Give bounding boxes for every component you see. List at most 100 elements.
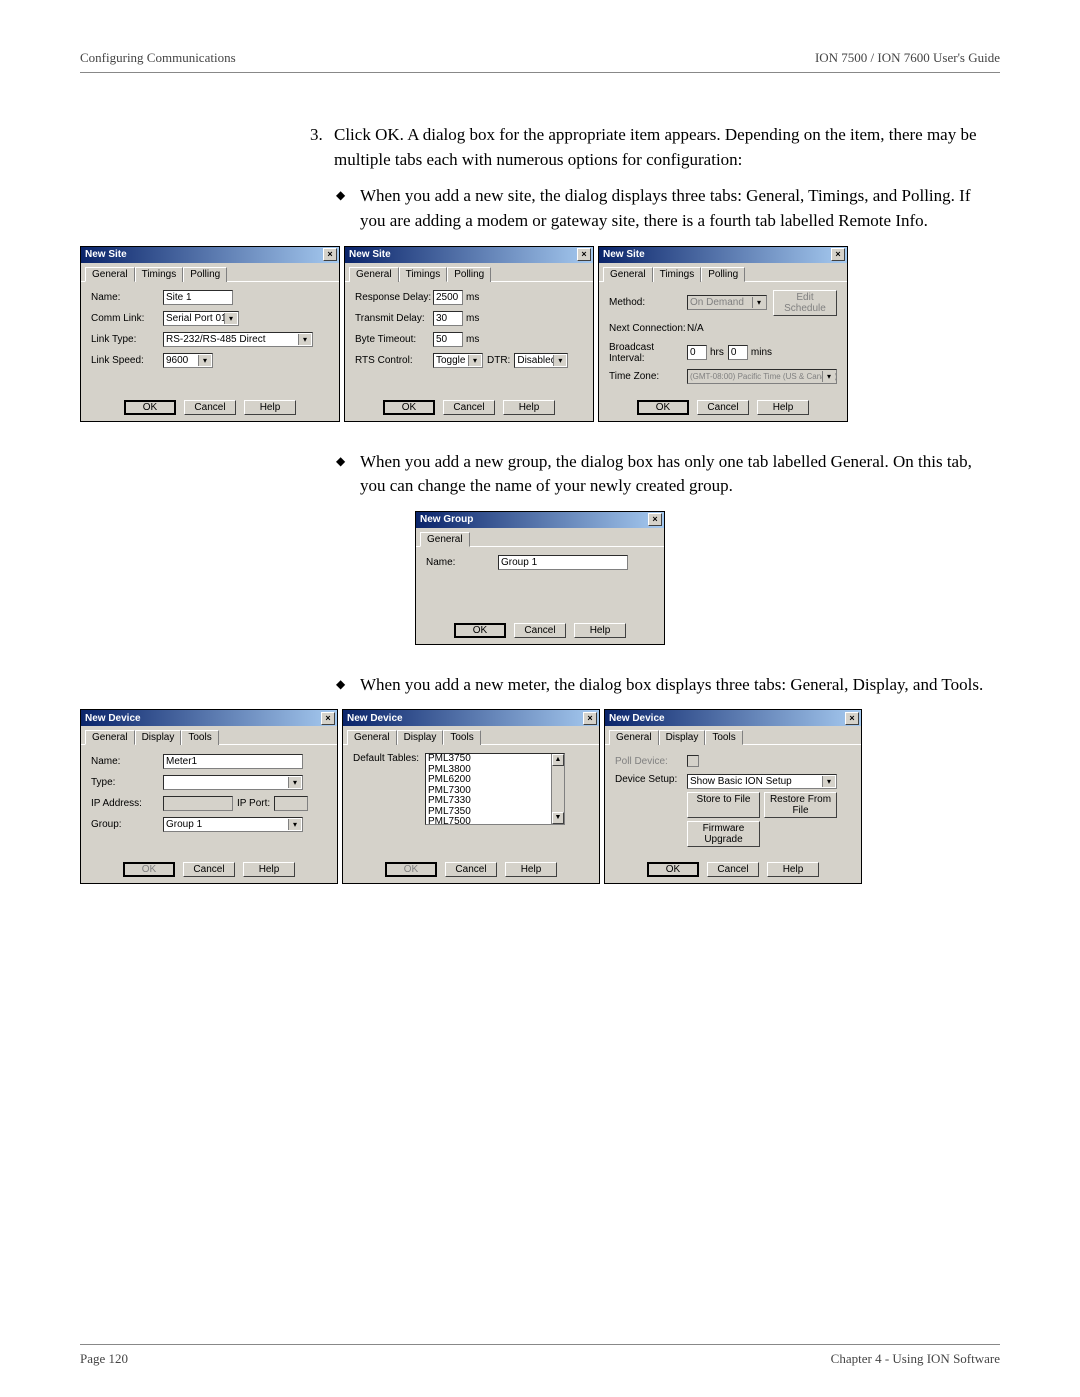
group-name-label: Name: [426, 557, 498, 568]
bcast-mins-input[interactable]: 0 [728, 345, 748, 360]
nextconn-label: Next Connection: [609, 323, 687, 334]
scroll-up-icon[interactable]: ▲ [552, 754, 564, 766]
method-label: Method: [609, 297, 687, 308]
dev-type-select[interactable] [163, 775, 303, 790]
tab-tools[interactable]: Tools [181, 730, 218, 745]
close-icon[interactable]: × [321, 712, 335, 725]
titlebar: New Group × [416, 512, 664, 528]
help-button[interactable]: Help [244, 400, 296, 415]
new-site-general-dialog: New Site × General Timings Polling Name:… [80, 246, 340, 422]
restore-from-file-button[interactable]: Restore From File [764, 792, 837, 818]
tab-polling[interactable]: Polling [447, 267, 491, 282]
setup-select[interactable]: Show Basic ION Setup [687, 774, 837, 789]
cancel-button[interactable]: Cancel [707, 862, 759, 877]
tab-timings[interactable]: Timings [399, 267, 448, 282]
close-icon[interactable]: × [323, 248, 337, 261]
help-button[interactable]: Help [767, 862, 819, 877]
ok-button[interactable]: OK [647, 862, 699, 877]
ok-button[interactable]: OK [123, 862, 175, 877]
rts-select[interactable]: Toggle [433, 353, 483, 368]
tab-polling[interactable]: Polling [183, 267, 227, 282]
dtr-label: DTR: [487, 355, 510, 366]
cancel-button[interactable]: Cancel [514, 623, 566, 638]
group-name-input[interactable]: Group 1 [498, 555, 628, 570]
linkspeed-select[interactable]: 9600 [163, 353, 213, 368]
new-site-polling-dialog: New Site × General Timings Polling Metho… [598, 246, 848, 422]
titlebar: New Device × [81, 710, 337, 726]
respdelay-input[interactable]: 2500 [433, 290, 463, 305]
tz-label: Time Zone: [609, 371, 687, 382]
close-icon[interactable]: × [648, 513, 662, 526]
setup-label: Device Setup: [615, 774, 687, 785]
bullet-3: When you add a new meter, the dialog box… [336, 673, 1000, 698]
method-select[interactable]: On Demand [687, 295, 767, 310]
close-icon[interactable]: × [831, 248, 845, 261]
close-icon[interactable]: × [845, 712, 859, 725]
poll-label: Poll Device: [615, 756, 687, 767]
list-item[interactable]: PML7500 [426, 817, 564, 825]
tab-general[interactable]: General [420, 532, 470, 547]
titlebar: New Device × [605, 710, 861, 726]
cancel-button[interactable]: Cancel [445, 862, 497, 877]
tab-timings[interactable]: Timings [653, 267, 702, 282]
edit-schedule-button: Edit Schedule [773, 290, 837, 316]
poll-checkbox [687, 755, 699, 767]
bytetime-input[interactable]: 50 [433, 332, 463, 347]
help-button[interactable]: Help [757, 400, 809, 415]
new-device-tools-dialog: New Device × General Display Tools Poll … [604, 709, 862, 884]
dev-name-input[interactable]: Meter1 [163, 754, 303, 769]
transdelay-input[interactable]: 30 [433, 311, 463, 326]
tz-select[interactable]: (GMT-08:00) Pacific Time (US & Canada); … [687, 369, 837, 384]
cancel-button[interactable]: Cancel [697, 400, 749, 415]
bcast-label: Broadcast Interval: [609, 342, 687, 364]
cancel-button[interactable]: Cancel [183, 862, 235, 877]
tab-display[interactable]: Display [397, 730, 444, 745]
tab-tools[interactable]: Tools [705, 730, 742, 745]
tab-timings[interactable]: Timings [135, 267, 184, 282]
page-footer: Page 120 Chapter 4 - Using ION Software [80, 1344, 1000, 1367]
tab-polling[interactable]: Polling [701, 267, 745, 282]
name-input[interactable]: Site 1 [163, 290, 233, 305]
close-icon[interactable]: × [583, 712, 597, 725]
transdelay-label: Transmit Delay: [355, 313, 433, 324]
tab-general[interactable]: General [603, 267, 653, 282]
new-group-row: New Group × General Name: Group 1 OK Can… [80, 511, 1000, 645]
tab-display[interactable]: Display [135, 730, 182, 745]
help-button[interactable]: Help [243, 862, 295, 877]
deftables-label: Default Tables: [353, 753, 425, 852]
close-icon[interactable]: × [577, 248, 591, 261]
ok-button[interactable]: OK [637, 400, 689, 415]
scroll-down-icon[interactable]: ▼ [552, 812, 564, 824]
cancel-button[interactable]: Cancel [443, 400, 495, 415]
ok-button[interactable]: OK [383, 400, 435, 415]
dtr-select[interactable]: Disabled [514, 353, 568, 368]
tab-general[interactable]: General [609, 730, 659, 745]
dev-group-select[interactable]: Group 1 [163, 817, 303, 832]
linktype-select[interactable]: RS-232/RS-485 Direct [163, 332, 313, 347]
bcast-hrs-input[interactable]: 0 [687, 345, 707, 360]
ok-button[interactable]: OK [124, 400, 176, 415]
help-button[interactable]: Help [505, 862, 557, 877]
tab-general[interactable]: General [347, 730, 397, 745]
cancel-button[interactable]: Cancel [184, 400, 236, 415]
new-site-dialog-row: New Site × General Timings Polling Name:… [80, 246, 1000, 422]
help-button[interactable]: Help [574, 623, 626, 638]
ok-button[interactable]: OK [385, 862, 437, 877]
store-to-file-button[interactable]: Store to File [687, 792, 760, 818]
tab-display[interactable]: Display [659, 730, 706, 745]
ok-button[interactable]: OK [454, 623, 506, 638]
scrollbar[interactable]: ▲ ▼ [551, 754, 564, 824]
tab-general[interactable]: General [349, 267, 399, 282]
commlink-select[interactable]: Serial Port 01 [163, 311, 239, 326]
rts-label: RTS Control: [355, 355, 433, 366]
deftables-listbox[interactable]: PML3750 PML3800 PML6200 PML7300 PML7330 … [425, 753, 565, 825]
tab-general[interactable]: General [85, 267, 135, 282]
dev-ip-input [163, 796, 233, 811]
tab-tools[interactable]: Tools [443, 730, 480, 745]
firmware-upgrade-button[interactable]: Firmware Upgrade [687, 821, 760, 847]
titlebar: New Site × [81, 247, 339, 263]
linktype-label: Link Type: [91, 334, 163, 345]
help-button[interactable]: Help [503, 400, 555, 415]
tab-general[interactable]: General [85, 730, 135, 745]
dev-ipport-input [274, 796, 308, 811]
